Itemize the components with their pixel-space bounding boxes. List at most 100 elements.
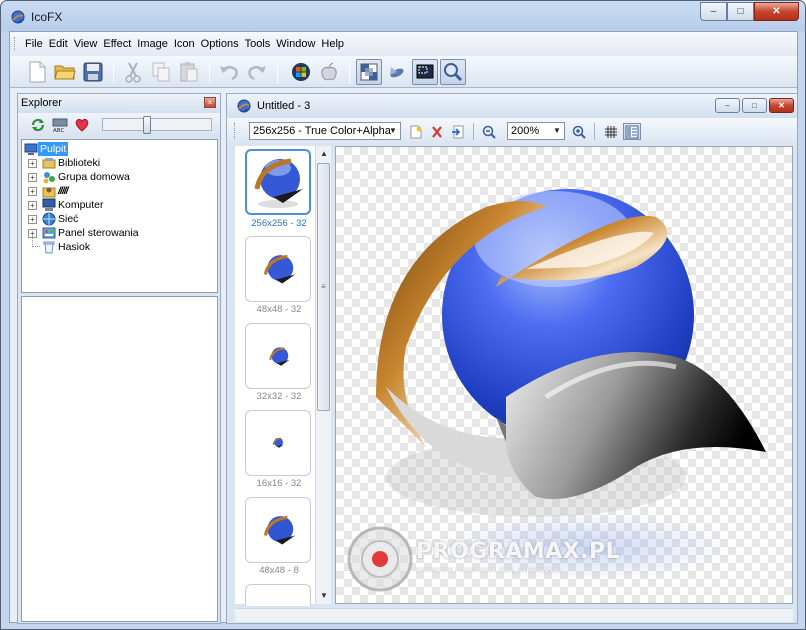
minimize-button[interactable]: – bbox=[700, 2, 727, 21]
cut-button[interactable] bbox=[120, 59, 146, 85]
explorer-title: Explorer bbox=[21, 97, 62, 109]
tree-item-hasiok[interactable]: Hasiok bbox=[28, 234, 208, 254]
format-select[interactable]: 256x256 - True Color+Alpha ▼ bbox=[249, 122, 401, 140]
apple-icon-button[interactable] bbox=[316, 59, 342, 85]
zoom-button[interactable] bbox=[440, 59, 466, 85]
new-image-button[interactable] bbox=[407, 123, 425, 140]
icofx-thumbnail-icon bbox=[269, 347, 290, 366]
favorites-heart-icon[interactable] bbox=[74, 117, 90, 133]
programax-watermark: PROGRAMAX.PL DARMOWE PROGRAMY, GRY, STER… bbox=[346, 525, 620, 595]
file-list[interactable] bbox=[21, 296, 218, 622]
toolbar-separator bbox=[594, 123, 595, 140]
copy-button[interactable] bbox=[148, 59, 174, 85]
thumbnail-size-slider[interactable] bbox=[102, 116, 212, 134]
tree-item-grupa-domowa[interactable]: + Grupa domowa bbox=[28, 170, 208, 184]
undo-button[interactable] bbox=[216, 59, 242, 85]
menu-file[interactable]: File bbox=[22, 32, 46, 56]
close-button[interactable]: ✕ bbox=[754, 2, 799, 21]
refresh-icon[interactable] bbox=[30, 117, 46, 133]
thumbnail-16-32[interactable] bbox=[245, 410, 311, 476]
icofx-thumbnail-icon bbox=[263, 254, 296, 284]
preview-toggle-button[interactable] bbox=[623, 123, 641, 140]
thumbnail-32-32[interactable] bbox=[245, 323, 311, 389]
menu-effect[interactable]: Effect bbox=[100, 32, 134, 56]
show-names-icon[interactable]: ABC bbox=[52, 117, 68, 133]
thumbnail-48-32[interactable] bbox=[245, 236, 311, 302]
thumbnail-partial[interactable] bbox=[245, 584, 311, 606]
menu-options[interactable]: Options bbox=[198, 32, 242, 56]
thumbnail-scrollbar[interactable]: ▲ ≡ ▼ bbox=[315, 146, 331, 604]
tree-connector bbox=[32, 234, 40, 247]
thumbnail-label: 32x32 - 32 bbox=[256, 391, 302, 402]
doc-restore-button[interactable]: □ bbox=[742, 98, 767, 113]
zoom-select[interactable]: 200% ▼ bbox=[507, 122, 565, 140]
app-window: IcoFX – □ ✕ File Edit View Effect Image … bbox=[0, 0, 806, 630]
new-file-button[interactable] bbox=[24, 59, 50, 85]
toolbar-separator bbox=[277, 61, 278, 83]
paste-button[interactable] bbox=[176, 59, 202, 85]
expand-toggle[interactable]: + bbox=[28, 215, 37, 224]
redo-icon bbox=[248, 66, 266, 81]
svg-text:ABC: ABC bbox=[53, 128, 64, 133]
status-strip bbox=[235, 608, 793, 622]
homegroup-icon bbox=[43, 172, 55, 184]
expand-toggle[interactable]: + bbox=[28, 187, 37, 196]
save-icon bbox=[83, 62, 103, 82]
import-icon bbox=[452, 125, 464, 138]
doc-minimize-button[interactable]: – bbox=[715, 98, 740, 113]
menu-window[interactable]: Window bbox=[273, 32, 318, 56]
redo-button[interactable] bbox=[244, 59, 270, 85]
import-image-button[interactable] bbox=[449, 123, 467, 140]
tree-item-user-folder[interactable]: + ///// bbox=[28, 184, 208, 198]
capture-button[interactable] bbox=[412, 59, 438, 85]
thumbnail-list: 256x256 - 32 48x48 - 32 32x32 - 32 16x16… bbox=[235, 146, 323, 606]
doc-close-button[interactable]: ✕ bbox=[769, 98, 794, 113]
apple-logo-icon bbox=[321, 62, 337, 81]
zoom-in-button[interactable] bbox=[570, 123, 588, 140]
recycle-bin-icon bbox=[43, 241, 55, 254]
expand-toggle[interactable]: + bbox=[28, 159, 37, 168]
icon-canvas[interactable]: PROGRAMAX.PL DARMOWE PROGRAMY, GRY, STER… bbox=[335, 146, 793, 604]
libraries-icon bbox=[42, 158, 56, 169]
scrollbar-thumb[interactable]: ≡ bbox=[317, 163, 330, 411]
chevron-down-icon: ▼ bbox=[553, 126, 561, 135]
windows-icon-button[interactable] bbox=[288, 59, 314, 85]
zoom-in-icon bbox=[572, 125, 586, 139]
maximize-button[interactable]: □ bbox=[727, 2, 754, 21]
scroll-down-arrow[interactable]: ▼ bbox=[316, 588, 332, 604]
menu-help[interactable]: Help bbox=[318, 32, 347, 56]
user-folder-icon bbox=[42, 187, 56, 198]
menu-view[interactable]: View bbox=[71, 32, 101, 56]
menu-tools[interactable]: Tools bbox=[242, 32, 274, 56]
save-button[interactable] bbox=[80, 59, 106, 85]
computer-icon bbox=[42, 198, 56, 211]
menu-image[interactable]: Image bbox=[134, 32, 171, 56]
explorer-close-button[interactable]: × bbox=[204, 97, 216, 108]
open-button[interactable] bbox=[52, 59, 78, 85]
main-client-area: File Edit View Effect Image Icon Options… bbox=[9, 31, 798, 624]
menu-grip bbox=[14, 37, 17, 51]
tree-item-panel-sterowania[interactable]: + Panel sterowania bbox=[28, 226, 208, 240]
slider-thumb[interactable] bbox=[143, 116, 151, 134]
tree-item-komputer[interactable]: + Komputer bbox=[28, 198, 208, 212]
menu-edit[interactable]: Edit bbox=[46, 32, 71, 56]
thumbnail-48-8[interactable] bbox=[245, 497, 311, 563]
capture-icon bbox=[416, 64, 434, 79]
delete-image-button[interactable] bbox=[428, 123, 446, 140]
scroll-up-arrow[interactable]: ▲ bbox=[316, 146, 332, 162]
scissors-delete-icon bbox=[432, 125, 442, 138]
zoom-out-icon bbox=[482, 125, 496, 139]
tree-item-siec[interactable]: + Sieć bbox=[28, 212, 208, 226]
grid-toggle-button[interactable] bbox=[602, 123, 620, 140]
tree-item-biblioteki[interactable]: + Biblioteki bbox=[28, 156, 208, 170]
expand-toggle[interactable]: + bbox=[28, 201, 37, 210]
windows-logo-icon bbox=[292, 63, 310, 81]
fly-button[interactable] bbox=[384, 59, 410, 85]
menu-icon[interactable]: Icon bbox=[171, 32, 198, 56]
expand-toggle[interactable]: + bbox=[28, 173, 37, 182]
new-image-icon bbox=[410, 125, 422, 138]
image-grid-button[interactable] bbox=[356, 59, 382, 85]
thumbnail-256-32[interactable] bbox=[245, 149, 311, 215]
preview-panel-icon bbox=[625, 125, 639, 138]
zoom-out-button[interactable] bbox=[480, 123, 498, 140]
